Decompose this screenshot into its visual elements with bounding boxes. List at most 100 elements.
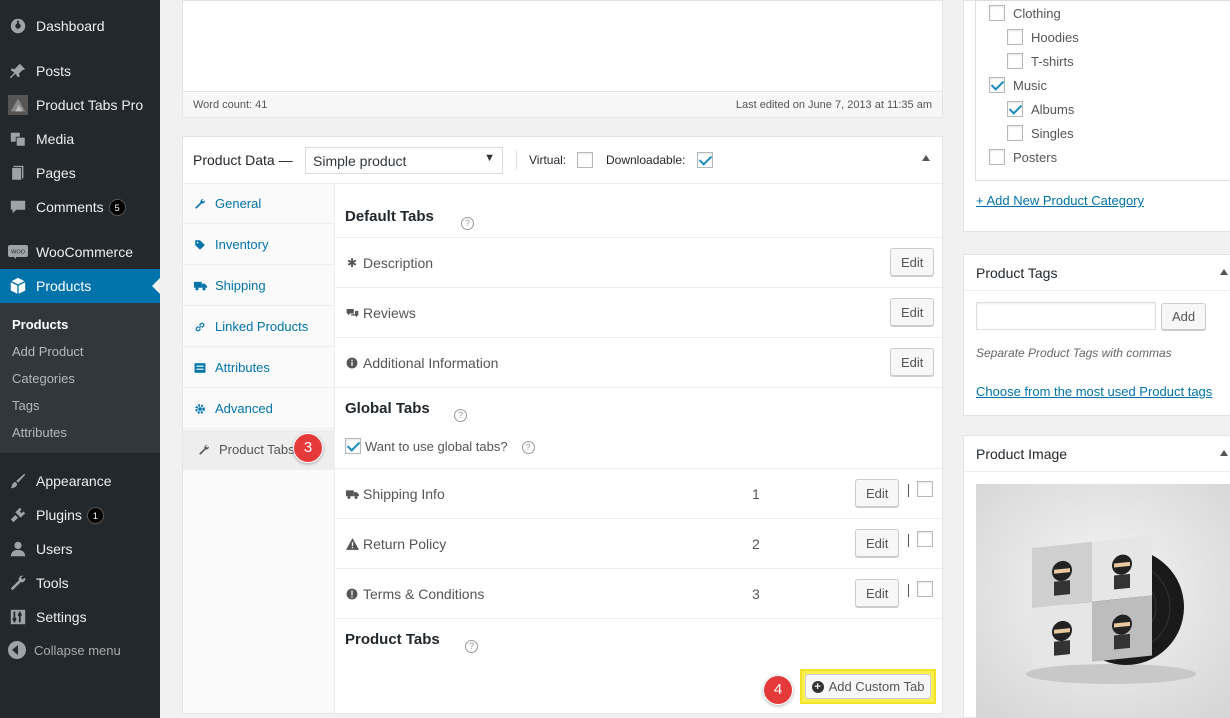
category-checkbox[interactable] [989,77,1005,93]
product-tabs-heading: Product Tabs [345,631,440,648]
submenu-categories[interactable]: Categories [12,371,75,386]
category-item[interactable]: Clothing [989,5,1061,21]
sidebar-item-settings[interactable]: Settings [0,600,160,634]
global-tab-name: Return Policy [363,536,447,552]
add-new-category-link[interactable]: + Add New Product Category [976,193,1144,208]
category-item[interactable]: Music [989,77,1047,93]
help-icon[interactable]: ? [465,640,478,653]
category-item[interactable]: Hoodies [1007,29,1079,45]
global-tabs-option[interactable]: Want to use global tabs? ? [345,438,535,454]
enable-tab-checkbox[interactable] [917,481,933,497]
edit-button[interactable]: Edit [855,529,900,557]
category-checkbox[interactable] [1007,29,1023,45]
category-item[interactable]: Singles [1007,125,1074,141]
sidebar-item-label: Media [36,131,75,147]
tab-order-number: 3 [752,586,760,602]
sidebar-item-tools[interactable]: Tools [0,566,160,600]
category-checkbox[interactable] [1007,125,1023,141]
sidebar-item-plugins[interactable]: Plugins 1 [0,498,160,532]
help-icon[interactable]: ? [461,217,474,230]
use-global-tabs-checkbox[interactable] [345,438,361,454]
global-tab-row: Terms & Conditions 3 Edit [335,568,942,618]
choose-tags-link[interactable]: Choose from the most used Product tags [976,384,1212,399]
product-image[interactable] [976,484,1230,718]
submenu-tags[interactable]: Tags [12,398,39,413]
sidebar-item-media[interactable]: Media [0,122,160,156]
category-item[interactable]: T-shirts [1007,53,1074,69]
edit-button[interactable]: Edit [890,298,935,326]
tab-shipping[interactable]: Shipping [183,266,334,306]
category-item[interactable]: Albums [1007,101,1074,117]
content-editor[interactable]: Word count: 41 Last edited on June 7, 20… [182,0,943,118]
category-label: Albums [1031,101,1075,117]
product-tabs-pro-logo-icon [8,95,28,115]
wrench-icon [193,198,207,210]
help-icon[interactable]: ? [454,409,467,422]
plug-icon [8,505,28,525]
submenu-attributes[interactable]: Attributes [12,425,67,440]
warning-icon [345,538,359,550]
enable-tab-checkbox[interactable] [917,531,933,547]
sidebar-item-posts[interactable]: Posts [0,54,160,88]
edit-button[interactable]: Edit [890,348,935,376]
default-tab-row: ✱ Description Edit [335,237,942,287]
product-type-value: Simple product [313,153,407,169]
default-tab-label: ✱ Description [345,255,433,271]
divider-bar [908,584,909,597]
sidebar-item-woocommerce[interactable]: WOO WooCommerce [0,235,160,269]
use-global-tabs-label: Want to use global tabs? [365,438,508,454]
sidebar-item-dashboard[interactable]: Dashboard [0,9,160,43]
plus-circle-icon: + [811,680,824,693]
help-icon[interactable]: ? [521,440,535,454]
sidebar-item-label: Posts [36,63,72,79]
tab-attributes[interactable]: Attributes [183,348,334,388]
collapse-toggle-icon[interactable] [922,155,930,161]
sidebar-item-pages[interactable]: Pages [0,156,160,190]
virtual-checkbox[interactable] [577,152,593,168]
sidebar-item-products[interactable]: Products [0,269,160,303]
sidebar-item-product-tabs-pro[interactable]: Product Tabs Pro [0,88,160,122]
downloadable-checkbox[interactable] [697,152,713,168]
category-item[interactable]: Posters [989,149,1057,165]
category-checkbox[interactable] [1007,53,1023,69]
product-type-select[interactable]: Simple product ▼ [305,147,503,174]
global-tab-name: Shipping Info [363,486,445,502]
sidebar-item-comments[interactable]: Comments 5 [0,190,160,224]
wrench-icon [8,573,28,593]
album-artwork [976,484,1230,718]
collapse-menu-button[interactable]: Collapse menu [8,641,121,659]
edit-button[interactable]: Edit [855,479,900,507]
products-submenu: Products Add Product Categories Tags Att… [0,303,160,453]
tab-linked-products[interactable]: Linked Products [183,307,334,347]
sidebar-item-label: Comments [36,199,104,215]
comments-icon [345,308,359,319]
tab-general[interactable]: General [183,184,334,224]
product-image-header[interactable]: Product Image [964,436,1230,472]
product-tabs-panel: Default Tabs ? ✱ Description Edit Review… [335,184,942,713]
tab-inventory[interactable]: Inventory [183,225,334,265]
step-4-marker: 4 [763,675,793,705]
add-custom-tab-button[interactable]: + Add Custom Tab [805,674,931,699]
add-tag-button[interactable]: Add [1161,303,1207,330]
enable-tab-checkbox[interactable] [917,581,933,597]
sidebar-item-users[interactable]: Users [0,532,160,566]
sidebar-item-label: Tools [36,575,69,591]
product-tags-header[interactable]: Product Tags [964,255,1230,291]
category-checkbox[interactable] [989,5,1005,21]
category-checkbox[interactable] [1007,101,1023,117]
tag-input[interactable] [976,302,1156,330]
category-checkbox[interactable] [989,149,1005,165]
edit-button[interactable]: Edit [855,579,900,607]
collapse-arrow-icon [8,641,26,659]
submenu-add-product[interactable]: Add Product [12,344,84,359]
collapse-toggle-icon[interactable] [1220,269,1228,275]
comments-count-badge: 5 [108,198,126,216]
edit-button[interactable]: Edit [890,248,935,276]
default-tab-row: Reviews Edit [335,287,942,337]
divider-bar [908,484,909,497]
collapse-toggle-icon[interactable] [1220,450,1228,456]
tab-advanced[interactable]: Advanced [183,389,334,429]
submenu-products[interactable]: Products [12,317,68,332]
sidebar-item-appearance[interactable]: Appearance [0,464,160,498]
global-tab-label: Shipping Info [345,486,445,502]
